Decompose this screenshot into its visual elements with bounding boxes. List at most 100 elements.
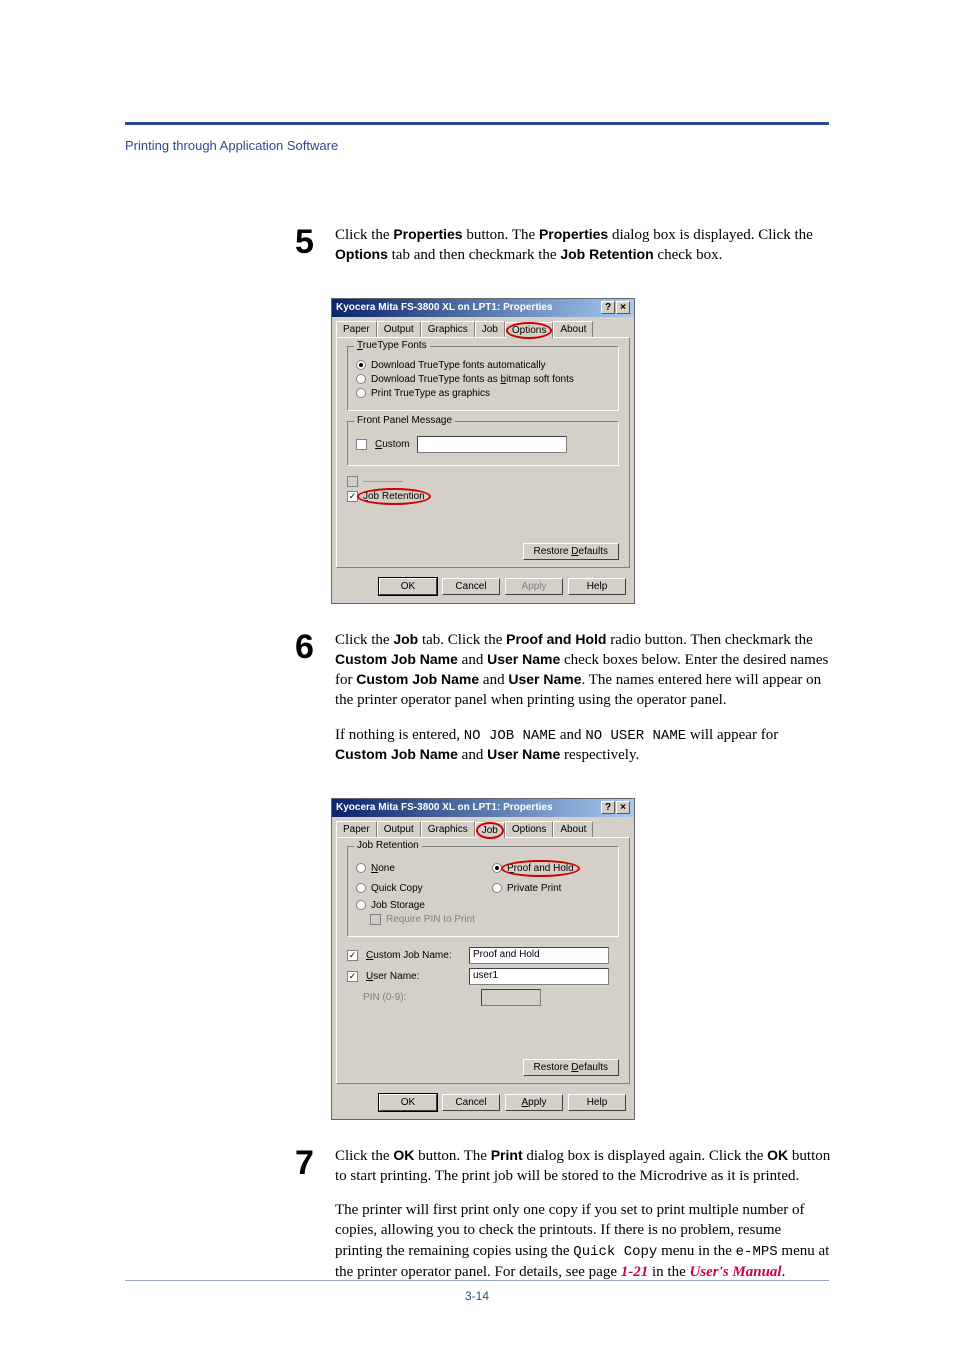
checkbox-custom[interactable] bbox=[356, 439, 367, 450]
help-icon[interactable]: ? bbox=[601, 301, 615, 314]
input-user-name[interactable]: user1 bbox=[469, 968, 609, 985]
step-number: 7 bbox=[295, 1146, 335, 1296]
dialog-button-row: OK Cancel Apply Help bbox=[332, 572, 634, 603]
tab-about[interactable]: About bbox=[553, 821, 593, 837]
tab-about[interactable]: About bbox=[553, 321, 593, 337]
b: Custom Job Name bbox=[356, 671, 479, 687]
restore-defaults-button[interactable]: Restore Defaults bbox=[523, 1059, 620, 1076]
t: and bbox=[556, 727, 585, 743]
label: None bbox=[371, 863, 395, 874]
input-custom-job-name[interactable]: Proof and Hold bbox=[469, 947, 609, 964]
step-5-body: Click the Properties button. The Propert… bbox=[335, 225, 831, 280]
group-title: Job Retention bbox=[354, 840, 422, 851]
tab-paper[interactable]: Paper bbox=[336, 321, 377, 337]
close-icon[interactable]: × bbox=[616, 301, 630, 314]
tab-paper[interactable]: Paper bbox=[336, 821, 377, 837]
tabstrip: Paper Output Graphics Job Options About bbox=[332, 817, 634, 837]
restore-defaults-button[interactable]: Restore Defaults bbox=[523, 543, 620, 560]
t: and bbox=[458, 652, 487, 668]
titlebar: Kyocera Mita FS-3800 XL on LPT1: Propert… bbox=[332, 299, 634, 317]
step-6-p2: If nothing is entered, NO JOB NAME and N… bbox=[335, 725, 831, 766]
tab-options[interactable]: Options bbox=[505, 821, 553, 837]
b: OK bbox=[767, 1147, 788, 1163]
step-7-body: Click the OK button. The Print dialog bo… bbox=[335, 1146, 831, 1296]
tab-output[interactable]: Output bbox=[377, 821, 421, 837]
check-job-retention[interactable]: Job Retention bbox=[347, 491, 619, 502]
radio-quick-copy[interactable]: Quick Copy bbox=[356, 883, 456, 894]
tab-graphics[interactable]: Graphics bbox=[421, 321, 475, 337]
radio-icon bbox=[356, 900, 366, 910]
tab-job[interactable]: Job bbox=[475, 822, 505, 838]
checkbox-disabled bbox=[347, 476, 358, 487]
t: tab. Click the bbox=[418, 632, 506, 648]
row-quick-private: Quick Copy Private Print bbox=[356, 880, 610, 897]
checkbox-cjn[interactable] bbox=[347, 950, 358, 961]
link-manual[interactable]: User's Manual bbox=[689, 1264, 781, 1280]
properties-dialog-job: Kyocera Mita FS-3800 XL on LPT1: Propert… bbox=[331, 798, 635, 1120]
tab-output[interactable]: Output bbox=[377, 321, 421, 337]
b: Custom Job Name bbox=[335, 746, 458, 762]
label: Job Storage bbox=[371, 900, 425, 911]
mono: e-MPS bbox=[736, 1244, 778, 1260]
b: Proof and Hold bbox=[506, 631, 606, 647]
radio-icon bbox=[356, 388, 366, 398]
radio-proof-hold[interactable]: Proof and Hold bbox=[492, 863, 574, 874]
tab-options[interactable]: Options bbox=[505, 322, 553, 338]
step-number: 6 bbox=[295, 630, 335, 780]
page-number: 3-14 bbox=[0, 1289, 954, 1303]
step-number: 5 bbox=[295, 225, 335, 280]
disabled-label: ———— bbox=[363, 476, 403, 487]
section-title: Printing through Application Software bbox=[125, 138, 338, 153]
custom-message-input[interactable] bbox=[417, 436, 567, 453]
radio-job-storage[interactable]: Job Storage bbox=[356, 900, 610, 911]
checkbox-un[interactable] bbox=[347, 971, 358, 982]
help-icon[interactable]: ? bbox=[601, 801, 615, 814]
group-truetype: TrueType Fonts Download TrueType fonts a… bbox=[347, 346, 619, 411]
disabled-check-row: ———— bbox=[347, 476, 619, 487]
close-icon[interactable]: × bbox=[616, 801, 630, 814]
tab-graphics[interactable]: Graphics bbox=[421, 821, 475, 837]
check-require-pin: Require PIN to Print bbox=[370, 914, 610, 925]
t: Click the bbox=[335, 632, 393, 648]
tab-label: Output bbox=[384, 324, 414, 335]
bold: Options bbox=[335, 246, 388, 262]
radio-dl-auto[interactable]: Download TrueType fonts automatically bbox=[356, 360, 610, 371]
text: check box. bbox=[654, 247, 723, 263]
radio-private-print[interactable]: Private Print bbox=[492, 883, 561, 894]
restore-row: Restore Defaults bbox=[347, 1062, 619, 1073]
t: in the bbox=[648, 1264, 689, 1280]
cancel-button[interactable]: Cancel bbox=[442, 578, 500, 595]
t: will appear for bbox=[686, 727, 778, 743]
text: tab and then checkmark the bbox=[388, 247, 560, 263]
cancel-button[interactable]: Cancel bbox=[442, 1094, 500, 1111]
group-front-panel: Front Panel Message Custom bbox=[347, 421, 619, 466]
titlebar: Kyocera Mita FS-3800 XL on LPT1: Propert… bbox=[332, 799, 634, 817]
checkbox-label: Custom bbox=[375, 439, 409, 450]
t: and bbox=[458, 747, 487, 763]
t: button. The bbox=[414, 1148, 490, 1164]
help-button[interactable]: Help bbox=[568, 1094, 626, 1111]
restore-row: Restore Defaults bbox=[347, 546, 619, 557]
mono: NO JOB NAME bbox=[464, 728, 556, 744]
checkbox-icon bbox=[370, 914, 381, 925]
step-6-body: Click the Job tab. Click the Proof and H… bbox=[335, 630, 831, 780]
ok-button[interactable]: OK bbox=[379, 1094, 437, 1111]
titlebar-buttons: ? × bbox=[601, 301, 630, 314]
help-button[interactable]: Help bbox=[568, 578, 626, 595]
link-page[interactable]: 1-21 bbox=[621, 1264, 649, 1280]
step-7-p1: Click the OK button. The Print dialog bo… bbox=[335, 1146, 831, 1187]
b: Print bbox=[491, 1147, 523, 1163]
radio-dl-bitmap[interactable]: Download TrueType fonts as bitmap soft f… bbox=[356, 374, 610, 385]
step-5: 5 Click the Properties button. The Prope… bbox=[295, 225, 831, 280]
apply-button[interactable]: Apply bbox=[505, 1094, 563, 1111]
ok-button[interactable]: OK bbox=[379, 578, 437, 595]
radio-print-graphics[interactable]: Print TrueType as graphics bbox=[356, 388, 610, 399]
bold: Job Retention bbox=[560, 246, 653, 262]
tab-job[interactable]: Job bbox=[475, 321, 505, 337]
dialog-title: Kyocera Mita FS-3800 XL on LPT1: Propert… bbox=[336, 302, 553, 313]
label: Quick Copy bbox=[371, 883, 423, 894]
b: Custom Job Name bbox=[335, 651, 458, 667]
radio-none[interactable]: None bbox=[356, 863, 456, 874]
bold: Properties bbox=[539, 226, 608, 242]
group-title: Front Panel Message bbox=[354, 415, 455, 426]
